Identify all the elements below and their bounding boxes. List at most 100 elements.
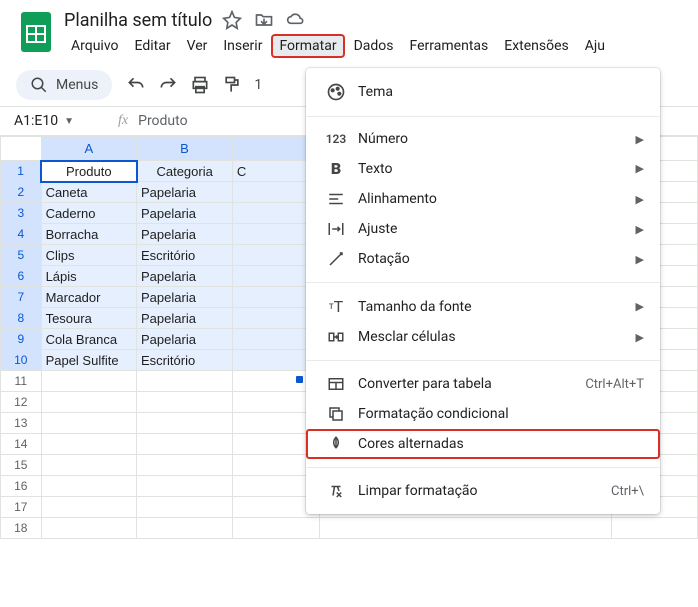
dd-formatacao-condicional[interactable]: Formatação condicional: [306, 399, 660, 429]
cell-B4[interactable]: Papelaria: [137, 224, 233, 245]
alternating-colors-icon: [322, 435, 350, 453]
dd-cores-alternadas[interactable]: Cores alternadas: [306, 429, 660, 459]
selection-handle[interactable]: [296, 376, 303, 383]
sheets-logo[interactable]: [16, 12, 56, 52]
dd-label: Texto: [358, 161, 636, 177]
cell-B5[interactable]: Escritório: [137, 245, 233, 266]
row-head[interactable]: 18: [1, 518, 42, 539]
cell-B8[interactable]: Papelaria: [137, 308, 233, 329]
dd-texto[interactable]: B Texto ▶: [306, 153, 660, 184]
cell-B1[interactable]: Categoria: [137, 161, 233, 182]
menu-ferramentas[interactable]: Ferramentas: [403, 34, 496, 58]
dd-shortcut: Ctrl+Alt+T: [585, 377, 644, 392]
dd-label: Ajuste: [358, 221, 636, 237]
row-head[interactable]: 2: [1, 182, 42, 203]
cell-A7[interactable]: Marcador: [41, 287, 136, 308]
row-head[interactable]: 7: [1, 287, 42, 308]
paint-format-icon[interactable]: [218, 71, 246, 99]
menu-formatar[interactable]: Formatar: [271, 34, 344, 58]
zoom-level[interactable]: 1: [250, 71, 266, 99]
cell-A4[interactable]: Borracha: [41, 224, 136, 245]
cell-A8[interactable]: Tesoura: [41, 308, 136, 329]
dd-alinhamento[interactable]: Alinhamento ▶: [306, 184, 660, 214]
chevron-right-icon: ▶: [636, 193, 644, 206]
number-icon: 123: [322, 132, 350, 146]
dd-label: Formatação condicional: [358, 406, 644, 422]
menu-arquivo[interactable]: Arquivo: [64, 34, 126, 58]
name-box-value: A1:E10: [14, 113, 58, 129]
menu-ajuda[interactable]: Aju: [578, 34, 612, 58]
dd-rotacao[interactable]: Rotação ▶: [306, 244, 660, 274]
print-icon[interactable]: [186, 71, 214, 99]
dd-label: Tamanho da fonte: [358, 299, 636, 315]
dd-separator: [306, 360, 660, 361]
row-head[interactable]: 11: [1, 371, 42, 392]
search-menus-button[interactable]: Menus: [16, 70, 112, 100]
cell-A3[interactable]: Caderno: [41, 203, 136, 224]
dd-label: Alinhamento: [358, 191, 636, 207]
formula-bar[interactable]: Produto: [138, 113, 187, 129]
row-head[interactable]: 15: [1, 455, 42, 476]
dd-label: Número: [358, 131, 636, 147]
row-head[interactable]: 4: [1, 224, 42, 245]
chevron-right-icon: ▶: [636, 162, 644, 175]
name-box[interactable]: A1:E10 ▼: [8, 111, 108, 131]
chevron-right-icon: ▶: [636, 331, 644, 344]
cell-B2[interactable]: Papelaria: [137, 182, 233, 203]
table-icon: [322, 375, 350, 393]
row-head[interactable]: 17: [1, 497, 42, 518]
cell-A2[interactable]: Caneta: [41, 182, 136, 203]
row-head[interactable]: 10: [1, 350, 42, 371]
theme-icon: [322, 82, 350, 102]
dd-ajuste[interactable]: Ajuste ▶: [306, 214, 660, 244]
menu-editar[interactable]: Editar: [128, 34, 178, 58]
chevron-right-icon: ▶: [636, 253, 644, 266]
row-head[interactable]: 5: [1, 245, 42, 266]
menu-inserir[interactable]: Inserir: [216, 34, 269, 58]
star-icon[interactable]: [220, 8, 244, 32]
cell-B7[interactable]: Papelaria: [137, 287, 233, 308]
row-head[interactable]: 12: [1, 392, 42, 413]
cell-A1[interactable]: Produto: [41, 161, 136, 182]
cell-B10[interactable]: Escritório: [137, 350, 233, 371]
row-head[interactable]: 13: [1, 413, 42, 434]
row-head[interactable]: 9: [1, 329, 42, 350]
cell-A5[interactable]: Clips: [41, 245, 136, 266]
row-head[interactable]: 1: [1, 161, 42, 182]
undo-icon[interactable]: [122, 71, 150, 99]
cell-B9[interactable]: Papelaria: [137, 329, 233, 350]
cell-A9[interactable]: Cola Branca: [41, 329, 136, 350]
row-head[interactable]: 3: [1, 203, 42, 224]
row-head[interactable]: 14: [1, 434, 42, 455]
menu-extensoes[interactable]: Extensões: [497, 34, 576, 58]
cell-B6[interactable]: Papelaria: [137, 266, 233, 287]
cell-A10[interactable]: Papel Sulfite: [41, 350, 136, 371]
dd-mesclar-celulas[interactable]: Mesclar células ▶: [306, 322, 660, 352]
col-head-A[interactable]: A: [41, 137, 136, 161]
cell-A6[interactable]: Lápis: [41, 266, 136, 287]
row-head[interactable]: 16: [1, 476, 42, 497]
menus-label: Menus: [56, 77, 98, 93]
dd-limpar-formatacao[interactable]: Limpar formatação Ctrl+\: [306, 476, 660, 506]
select-all-corner[interactable]: [1, 137, 42, 161]
dd-label: Limpar formatação: [358, 483, 611, 499]
row-head[interactable]: 6: [1, 266, 42, 287]
cell-B3[interactable]: Papelaria: [137, 203, 233, 224]
col-head-B[interactable]: B: [137, 137, 233, 161]
dd-separator: [306, 116, 660, 117]
conditional-format-icon: [322, 405, 350, 423]
menu-dados[interactable]: Dados: [347, 34, 401, 58]
document-title[interactable]: Planilha sem título: [64, 10, 212, 31]
move-folder-icon[interactable]: [252, 8, 276, 32]
cloud-status-icon[interactable]: [284, 8, 308, 32]
dd-tema[interactable]: Tema: [306, 76, 660, 108]
chevron-right-icon: ▶: [636, 133, 644, 146]
dd-numero[interactable]: 123 Número ▶: [306, 125, 660, 153]
merge-icon: [322, 328, 350, 346]
row-head[interactable]: 8: [1, 308, 42, 329]
bold-icon: B: [322, 159, 350, 178]
dd-converter-tabela[interactable]: Converter para tabela Ctrl+Alt+T: [306, 369, 660, 399]
dd-tamanho-fonte[interactable]: тT Tamanho da fonte ▶: [306, 291, 660, 322]
menu-ver[interactable]: Ver: [180, 34, 215, 58]
redo-icon[interactable]: [154, 71, 182, 99]
